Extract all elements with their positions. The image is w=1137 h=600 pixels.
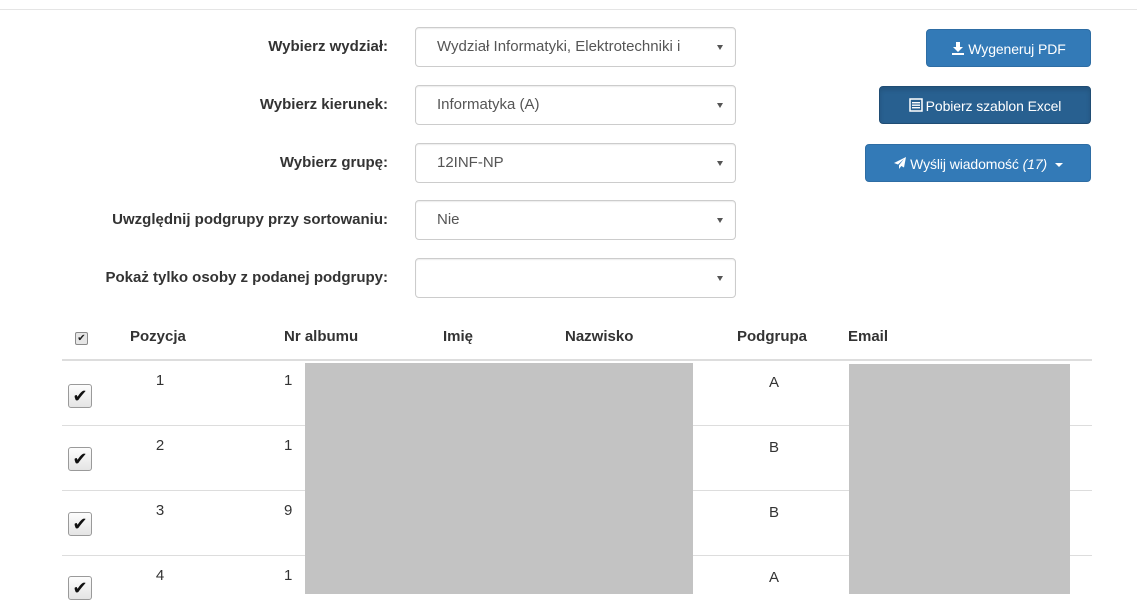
chevron-down-icon [1054,163,1063,167]
row-position: 3 [155,502,165,519]
row-checkbox[interactable]: ✔ [68,384,92,408]
row-album: 9 [284,502,293,519]
subgroup-sort-select-value: Nie [437,211,460,228]
chevron-down-icon [717,161,723,166]
send-icon [893,146,907,184]
subgroup-filter-label: Pokaż tylko osoby z podanej podgrupy: [105,269,388,286]
subgroup-sort-label: Uwzględnij podgrupy przy sortowaniu: [112,211,388,228]
group-label: Wybierz grupę: [279,154,388,171]
row-album: 1 [284,437,293,454]
chevron-down-icon [717,276,723,281]
subgroup-sort-select[interactable]: Nie [415,200,736,240]
header-subgroup: Podgrupa [737,328,807,345]
chevron-down-icon [717,103,723,108]
direction-select-value: Informatyka (A) [437,96,540,113]
row-subgroup: A [768,374,779,391]
header-email: Email [848,328,889,345]
row-subgroup: B [768,439,779,456]
top-divider [0,9,1137,10]
row-album: 1 [284,567,293,584]
subgroup-filter-row: Pokaż tylko osoby z podanej podgrupy: [0,258,740,298]
list-icon [908,88,923,126]
faculty-row: Wybierz wydział: Wydział Informatyki, El… [0,27,740,67]
chevron-down-icon [717,45,723,50]
download-excel-template-button[interactable]: Pobierz szablon Excel [879,86,1091,124]
header-divider [62,359,1092,361]
row-subgroup: A [768,569,779,586]
header-first-name: Imię [443,328,474,345]
group-select-value: 12INF-NP [437,154,504,171]
row-album: 1 [284,372,293,389]
faculty-label: Wybierz wydział: [268,38,388,55]
row-position: 1 [155,372,165,389]
send-message-button[interactable]: Wyślij wiadomość (17) [865,144,1091,182]
group-select[interactable]: 12INF-NP [415,143,736,183]
generate-pdf-button[interactable]: Wygeneruj PDF [926,29,1091,67]
subgroup-filter-select[interactable] [415,258,736,298]
generate-pdf-label: Wygeneruj PDF [968,41,1066,57]
faculty-select[interactable]: Wydział Informatyki, Elektrotechniki i [415,27,736,67]
row-position: 4 [155,567,165,584]
row-checkbox[interactable]: ✔ [68,512,92,536]
message-count: (17) [1022,156,1048,172]
redaction-block-names [305,363,693,594]
download-icon [951,31,965,69]
header-last-name: Nazwisko [565,328,634,345]
group-row: Wybierz grupę: 12INF-NP [0,143,740,183]
row-checkbox[interactable]: ✔ [68,576,92,600]
chevron-down-icon [717,218,723,223]
header-album: Nr albumu [284,328,359,345]
redaction-block-email [849,364,1070,594]
header-position: Pozycja [130,328,186,345]
download-excel-template-label: Pobierz szablon Excel [925,98,1062,114]
row-subgroup: B [768,504,779,521]
send-message-label: Wyślij wiadomość [910,156,1019,172]
row-checkbox[interactable]: ✔ [68,447,92,471]
direction-select[interactable]: Informatyka (A) [415,85,736,125]
subgroup-sort-row: Uwzględnij podgrupy przy sortowaniu: Nie [0,200,740,240]
select-all-checkbox[interactable]: ✔ [75,332,88,345]
faculty-select-value: Wydział Informatyki, Elektrotechniki i [437,38,681,55]
direction-row: Wybierz kierunek: Informatyka (A) [0,85,740,125]
direction-label: Wybierz kierunek: [259,96,388,113]
row-position: 2 [155,437,165,454]
